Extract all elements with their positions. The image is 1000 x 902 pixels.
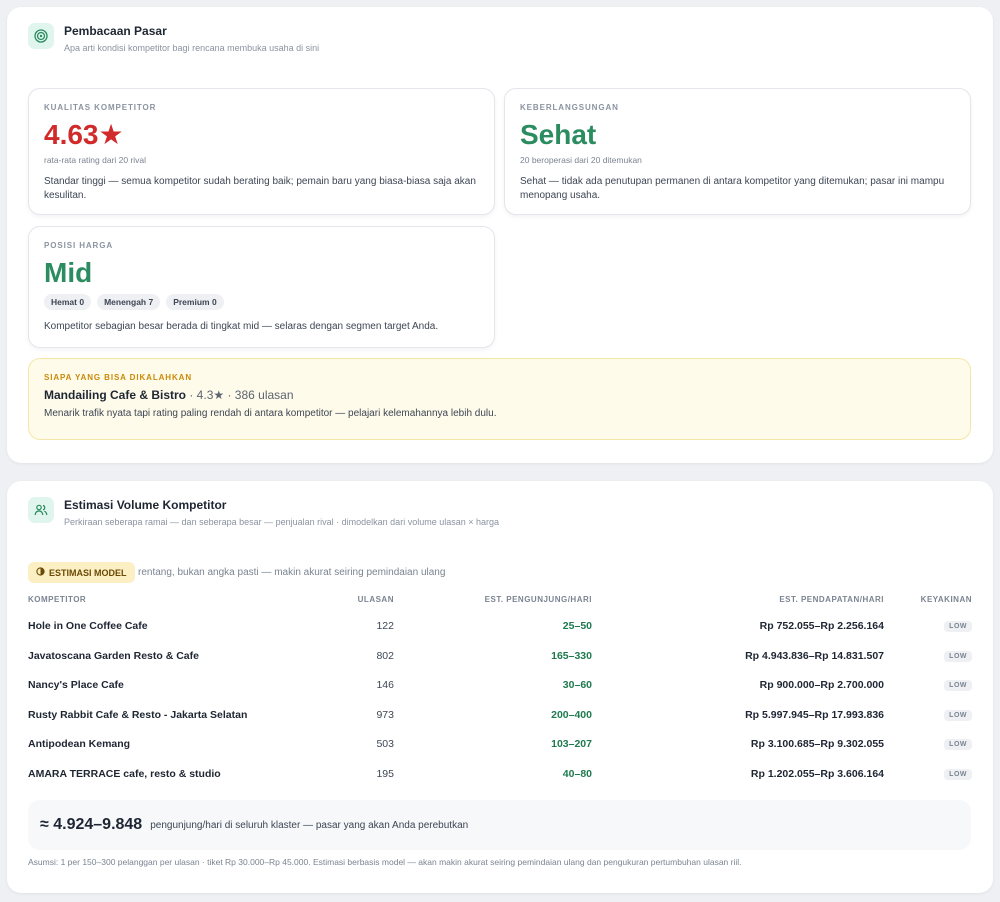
table-row[interactable]: Nancy's Place Cafe 146 30–60 Rp 900.000–… <box>28 672 972 701</box>
row-reviews: 195 <box>376 768 394 780</box>
confidence-badge: LOW <box>944 680 972 691</box>
row-revenue: Rp 4.943.836–Rp 14.831.507 <box>745 650 884 662</box>
row-visitors: 40–80 <box>562 768 592 780</box>
table-row[interactable]: AMARA TERRACE cafe, resto & studio 195 4… <box>28 761 972 790</box>
row-name: Hole in One Coffee Cafe <box>28 620 148 632</box>
row-revenue: Rp 3.100.685–Rp 9.302.055 <box>750 738 884 750</box>
target-icon <box>28 23 54 49</box>
price-desc: Kompetitor sebagian besar berada di ting… <box>44 321 439 332</box>
survival-sub: 20 beroperasi dari 20 ditemukan <box>520 155 642 165</box>
volume-estimate-panel: Estimasi Volume Kompetitor Perkiraan seb… <box>7 481 993 893</box>
row-reviews: 802 <box>376 650 394 662</box>
volume-subtitle: Perkiraan seberapa ramai — dan seberapa … <box>64 517 499 527</box>
quality-value: 4.63★ <box>44 119 124 150</box>
table-row[interactable]: Hole in One Coffee Cafe 122 25–50 Rp 752… <box>28 613 972 642</box>
market-reading-title: Pembacaan Pasar <box>64 24 167 38</box>
badge-note: rentang, bukan angka pasti — makin akura… <box>138 567 446 578</box>
beatable-label: SIAPA YANG BISA DIKALAHKAN <box>44 373 193 382</box>
col-visitors: EST. PENGUNJUNG/HARI <box>484 595 592 604</box>
quality-desc: Standar tinggi — semua kompetitor sudah … <box>44 176 476 201</box>
row-reviews: 146 <box>376 679 394 691</box>
table-row[interactable]: Javatoscana Garden Resto & Cafe 802 165–… <box>28 643 972 672</box>
row-revenue: Rp 752.055–Rp 2.256.164 <box>759 620 884 632</box>
row-revenue: Rp 900.000–Rp 2.700.000 <box>759 679 884 691</box>
total-visitors-value: ≈ 4.924–9.848 <box>40 816 143 833</box>
row-name: Nancy's Place Cafe <box>28 679 124 691</box>
row-revenue: Rp 1.202.055–Rp 3.606.164 <box>750 768 884 780</box>
row-visitors: 25–50 <box>562 620 592 632</box>
survival-card: KEBERLANGSUNGAN Sehat 20 beroperasi dari… <box>504 88 971 215</box>
cluster-total: ≈ 4.924–9.848 pengunjung/hari di seluruh… <box>28 800 971 850</box>
half-circle-icon <box>36 567 45 578</box>
volume-header: Estimasi Volume Kompetitor Perkiraan seb… <box>28 497 499 528</box>
row-name: Javatoscana Garden Resto & Cafe <box>28 650 199 662</box>
survival-label: KEBERLANGSUNGAN <box>520 103 619 112</box>
chip-premium: Premium 0 <box>166 294 224 310</box>
price-value: Mid <box>44 257 93 288</box>
model-estimate-badge: ESTIMASI MODEL <box>28 562 135 583</box>
price-tier-chips: Hemat 0 Menengah 7 Premium 0 <box>44 294 479 310</box>
row-visitors: 165–330 <box>551 650 592 662</box>
row-visitors: 30–60 <box>562 679 592 691</box>
market-reading-panel: Pembacaan Pasar Apa arti kondisi kompeti… <box>7 7 993 463</box>
quality-sub: rata-rata rating dari 20 rival <box>44 155 147 165</box>
col-revenue: EST. PENDAPATAN/HARI <box>779 595 884 604</box>
col-reviews: ULASAN <box>357 595 394 604</box>
row-revenue: Rp 5.997.945–Rp 17.993.836 <box>745 709 884 721</box>
beatable-competitor-card: SIAPA YANG BISA DIKALAHKAN Mandailing Ca… <box>28 358 971 440</box>
col-competitor: KOMPETITOR <box>28 595 87 604</box>
confidence-badge: LOW <box>944 651 972 662</box>
beatable-meta: · 4.3★ · 386 ulasan <box>186 388 294 402</box>
price-position-card: POSISI HARGA Mid Hemat 0 Menengah 7 Prem… <box>28 226 495 348</box>
chip-mid: Menengah 7 <box>97 294 161 310</box>
beatable-name: Mandailing Cafe & Bistro <box>44 388 187 402</box>
confidence-badge: LOW <box>944 621 972 632</box>
row-reviews: 122 <box>376 620 394 632</box>
beatable-desc: Menarik trafik nyata tapi rating paling … <box>44 408 497 419</box>
row-name: Antipodean Kemang <box>28 738 131 750</box>
row-name: AMARA TERRACE cafe, resto & studio <box>28 768 221 780</box>
col-confidence: KEYAKINAN <box>920 595 972 604</box>
confidence-badge: LOW <box>944 710 972 721</box>
row-reviews: 503 <box>376 738 394 750</box>
survival-desc: Sehat — tidak ada penutupan permanen di … <box>520 176 945 201</box>
competitor-quality-card: KUALITAS KOMPETITOR 4.63★ rata-rata rati… <box>28 88 495 215</box>
chip-budget: Hemat 0 <box>44 294 92 310</box>
confidence-badge: LOW <box>944 739 972 750</box>
quality-label: KUALITAS KOMPETITOR <box>44 103 157 112</box>
assumption-note: Asumsi: 1 per 150–300 pelanggan per ulas… <box>28 857 742 867</box>
badge-label: ESTIMASI MODEL <box>49 567 127 578</box>
total-visitors-note: pengunjung/hari di seluruh klaster — pas… <box>150 819 469 831</box>
market-reading-header: Pembacaan Pasar Apa arti kondisi kompeti… <box>28 23 319 54</box>
row-visitors: 103–207 <box>551 738 592 750</box>
volume-title: Estimasi Volume Kompetitor <box>64 498 227 512</box>
survival-value: Sehat <box>520 119 597 150</box>
price-label: POSISI HARGA <box>44 241 114 250</box>
row-reviews: 973 <box>376 709 394 721</box>
table-row[interactable]: Rusty Rabbit Cafe & Resto - Jakarta Sela… <box>28 702 972 731</box>
users-icon <box>28 497 54 523</box>
confidence-badge: LOW <box>944 769 972 780</box>
market-reading-subtitle: Apa arti kondisi kompetitor bagi rencana… <box>64 43 320 53</box>
row-name: Rusty Rabbit Cafe & Resto - Jakarta Sela… <box>28 709 248 721</box>
table-row[interactable]: Antipodean Kemang 503 103–207 Rp 3.100.6… <box>28 731 972 760</box>
row-visitors: 200–400 <box>551 709 592 721</box>
